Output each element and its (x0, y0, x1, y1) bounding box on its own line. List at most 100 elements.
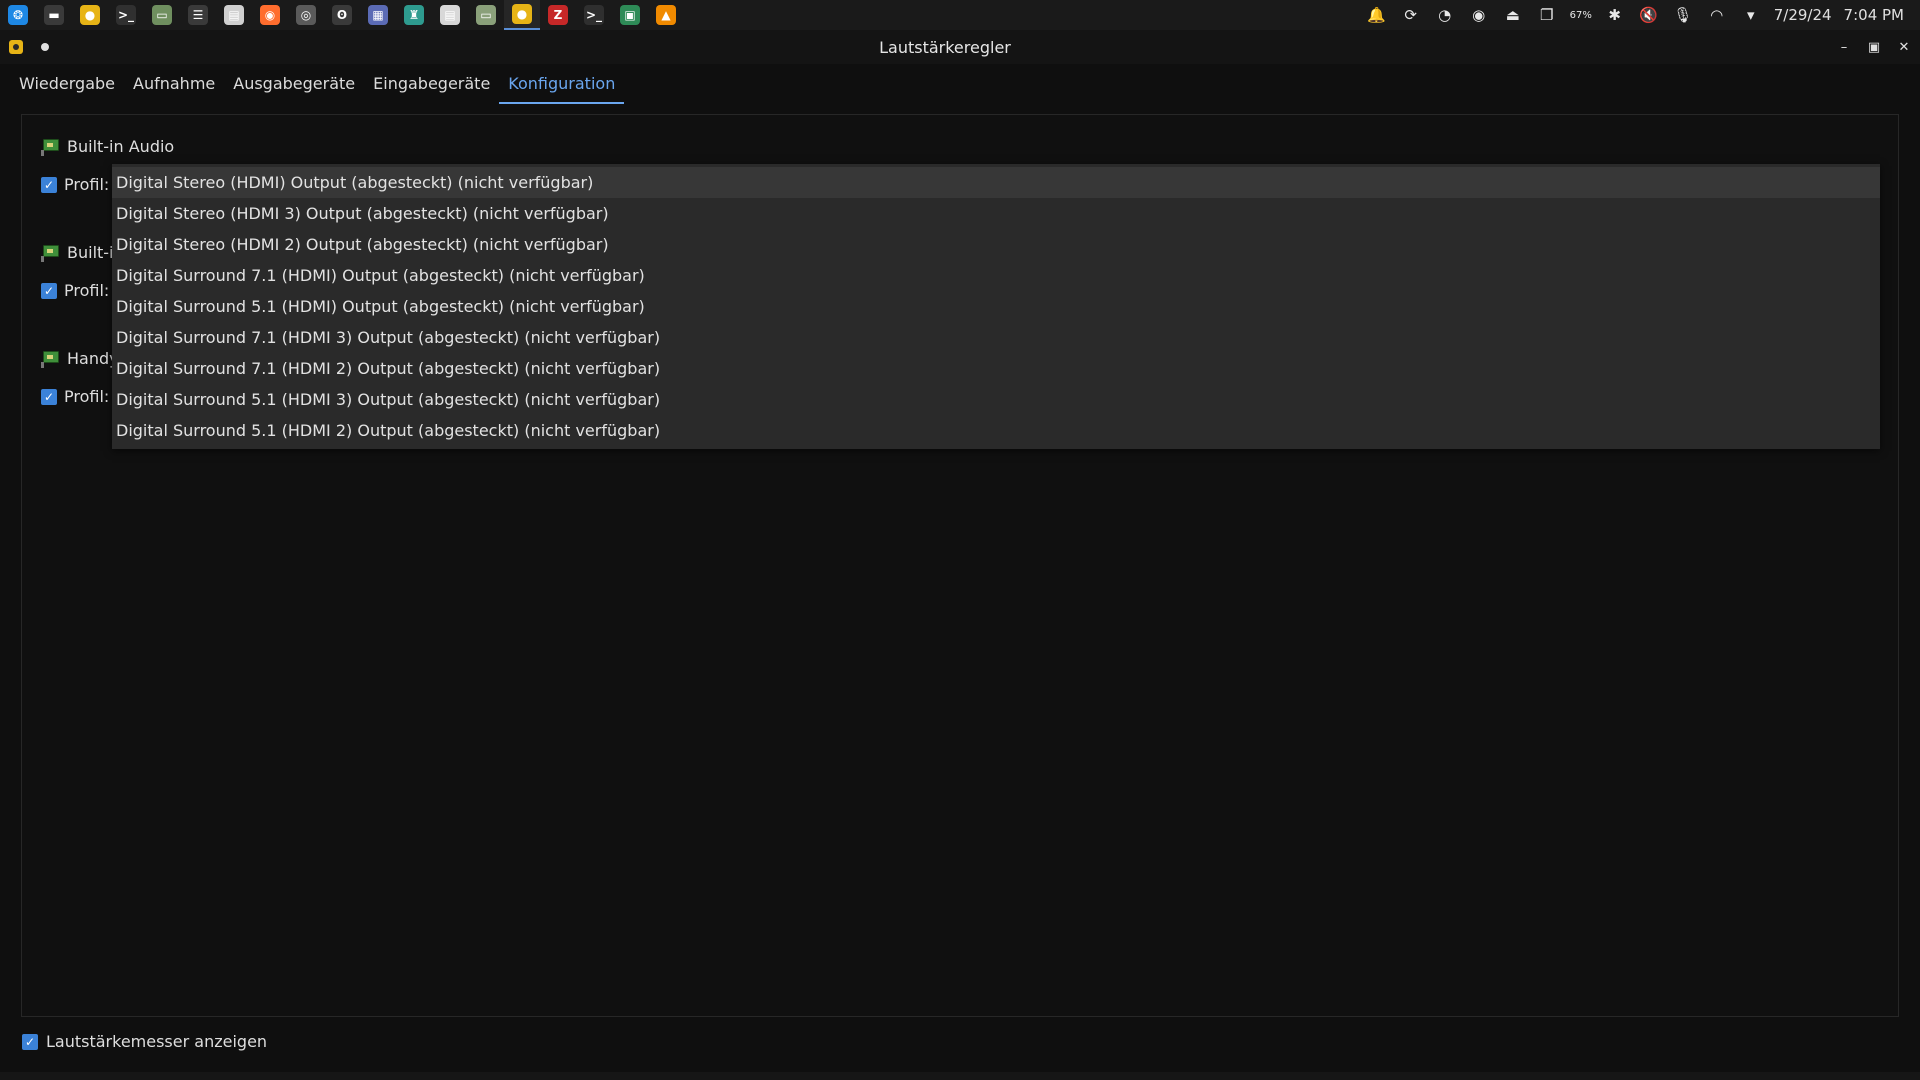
android-tool-icon: ♜ (404, 5, 424, 25)
tab-eingabegeraete[interactable]: Eingabegeräte (364, 70, 499, 104)
dropdown-option[interactable]: Digital Stereo (HDMI) Output (abgesteckt… (112, 167, 1880, 198)
device-title: Built-in Audio (41, 135, 174, 157)
show-meters-label: Lautstärkemesser anzeigen (46, 1032, 268, 1051)
wifi-icon[interactable]: ◠ (1700, 0, 1734, 30)
device-title: Handy (41, 347, 113, 369)
battery-icon[interactable]: 67% (1564, 0, 1598, 30)
notification-bell-icon[interactable]: 🔔 (1360, 0, 1394, 30)
taskbar-app[interactable]: ▤ (432, 0, 468, 30)
show-meters-option[interactable]: ✓ Lautstärkemesser anzeigen (22, 1032, 267, 1051)
volume-control-icon: ● (512, 4, 532, 24)
taskbar-app[interactable]: ● (504, 0, 540, 30)
minimize-icon[interactable]: – (1836, 39, 1852, 55)
network-tool-icon: ▦ (368, 5, 388, 25)
taskbar-app[interactable]: ▭ (144, 0, 180, 30)
taskbar-app[interactable]: ▭ (468, 0, 504, 30)
dropdown-option[interactable]: Digital Surround 5.1 (HDMI 3) Output (ab… (112, 384, 1880, 415)
mascot-icon: ʘ (332, 5, 352, 25)
tab-bar: Wiedergabe Aufnahme Ausgabegeräte Eingab… (10, 70, 625, 104)
taskbar-app[interactable]: ▦ (360, 0, 396, 30)
profile-row: ✓ Profil: (41, 387, 113, 406)
console-icon: >_ (584, 5, 604, 25)
taskbar-app[interactable]: >_ (576, 0, 612, 30)
steam-icon[interactable]: ◉ (1462, 0, 1496, 30)
chromium-icon: ◎ (296, 5, 316, 25)
taskbar-app[interactable]: ☰ (180, 0, 216, 30)
profile-row: ✓ Profil: (41, 281, 113, 300)
sound-card-icon (41, 137, 61, 156)
window-title: Lautstärkeregler (879, 37, 1011, 57)
device-enabled-checkbox[interactable]: ✓ (41, 388, 57, 405)
filezilla-icon: Z (548, 5, 568, 25)
window-controls: – ▣ ✕ (1836, 30, 1912, 64)
taskbar-app[interactable]: ʘ (324, 0, 360, 30)
files-icon: ▬ (44, 5, 64, 25)
dropdown-option[interactable]: Digital Surround 5.1 (HDMI) Output (abge… (112, 291, 1880, 322)
taskbar-app[interactable]: ◎ (288, 0, 324, 30)
dropdown-option[interactable]: Digital Stereo (HDMI 2) Output (abgestec… (112, 229, 1880, 260)
bluetooth-icon[interactable]: ✱ (1598, 0, 1632, 30)
tab-aufnahme[interactable]: Aufnahme (124, 70, 224, 104)
archive-icon: ☰ (188, 5, 208, 25)
launcher-icon: ❂ (8, 5, 28, 25)
dropdown-option[interactable]: Digital Stereo (HDMI 3) Output (abgestec… (112, 198, 1880, 229)
device-name: Built-in Audio (67, 242, 113, 262)
firefox-icon: ◉ (260, 5, 280, 25)
taskbar-app[interactable]: ◉ (252, 0, 288, 30)
tray-expand-icon[interactable]: ▾ (1734, 0, 1768, 30)
volume-app-icon: ● (80, 5, 100, 25)
taskbar-app[interactable]: ● (72, 0, 108, 30)
maximize-icon[interactable]: ▣ (1866, 39, 1882, 55)
microphone-icon[interactable]: 🎙 (1666, 0, 1700, 30)
tray-icons: 🔔 ⟳ ◔ ◉ ⏏ ❐ 67% ✱ 🔇 🎙 ◠ ▾ (1360, 0, 1768, 30)
device-card: Handy ✓ Profil: (41, 347, 113, 406)
document-icon: ▤ (224, 5, 244, 25)
system-tray: 🔔 ⟳ ◔ ◉ ⏏ ❐ 67% ✱ 🔇 🎙 ◠ ▾ 7/29/24 7:04 PM (1360, 0, 1920, 30)
tray-time[interactable]: 7:04 PM (1838, 6, 1910, 24)
device-name: Built-in Audio (67, 136, 175, 156)
taskbar-app[interactable]: ♜ (396, 0, 432, 30)
dropdown-option[interactable]: Digital Surround 7.1 (HDMI 2) Output (ab… (112, 353, 1880, 384)
window-titlebar[interactable]: Lautstärkeregler – ▣ ✕ (0, 30, 1920, 64)
taskbar-app[interactable]: ▲ (648, 0, 684, 30)
android-icon: ▣ (620, 5, 640, 25)
taskbar-app[interactable]: ▣ (612, 0, 648, 30)
dropdown-option[interactable]: Digital Surround 5.1 (HDMI 2) Output (ab… (112, 415, 1880, 446)
profile-label: Profil: (64, 175, 110, 194)
drive-icon: ▭ (152, 5, 172, 25)
profile-label: Profil: (64, 387, 110, 406)
dropdown-option[interactable]: Digital Surround 7.1 (HDMI) Output (abge… (112, 260, 1880, 291)
taskbar-app[interactable]: >_ (108, 0, 144, 30)
device-card: Built-in Audio ✓ Profil: (41, 241, 113, 300)
tab-wiedergabe[interactable]: Wiedergabe (10, 70, 124, 104)
tray-date[interactable]: 7/29/24 (1768, 6, 1838, 24)
taskbar-app[interactable]: ▤ (216, 0, 252, 30)
taskbar-app[interactable]: ▬ (36, 0, 72, 30)
close-icon[interactable]: ✕ (1896, 39, 1912, 55)
sound-card-icon (41, 349, 61, 368)
profile-dropdown-list[interactable]: Digital Stereo (HDMI) Output (abgesteckt… (112, 164, 1880, 449)
device-title: Built-in Audio (41, 241, 113, 263)
speaker-muted-icon[interactable]: 🔇 (1632, 0, 1666, 30)
clipboard-icon[interactable]: ❐ (1530, 0, 1564, 30)
dropdown-option[interactable]: Digital Surround 7.1 (HDMI 3) Output (ab… (112, 322, 1880, 353)
sound-card-icon (41, 243, 61, 262)
taskbar-app[interactable]: ❂ (0, 0, 36, 30)
disk-icon: ▭ (476, 5, 496, 25)
taskbar-apps: ❂ ▬ ● >_ ▭ ☰ ▤ ◉ ◎ ʘ ▦ ♜ ▤ ▭ ● Z >_ ▣ ▲ (0, 0, 684, 30)
device-enabled-checkbox[interactable]: ✓ (41, 176, 57, 193)
sync-icon[interactable]: ⟳ (1394, 0, 1428, 30)
device-enabled-checkbox[interactable]: ✓ (41, 282, 57, 299)
tab-konfiguration[interactable]: Konfiguration (499, 70, 625, 104)
terminal-icon: >_ (116, 5, 136, 25)
screenshot-tool-icon[interactable]: ◔ (1428, 0, 1462, 30)
device-name: Handy (67, 348, 113, 368)
taskbar-app[interactable]: Z (540, 0, 576, 30)
window-bottom-edge (0, 1072, 1920, 1080)
show-meters-checkbox[interactable]: ✓ (22, 1033, 38, 1050)
profile-label: Profil: (64, 281, 110, 300)
update-icon[interactable]: ⏏ (1496, 0, 1530, 30)
taskbar: ❂ ▬ ● >_ ▭ ☰ ▤ ◉ ◎ ʘ ▦ ♜ ▤ ▭ ● Z >_ ▣ ▲ 🔔 ⟳ ◔ ◉ ⏏ ❐ 67% ✱ 🔇 🎙 ◠ ▾ 7/2… (0, 0, 1920, 30)
pdf-icon: ▤ (440, 5, 460, 25)
tab-ausgabegeraete[interactable]: Ausgabegeräte (224, 70, 364, 104)
